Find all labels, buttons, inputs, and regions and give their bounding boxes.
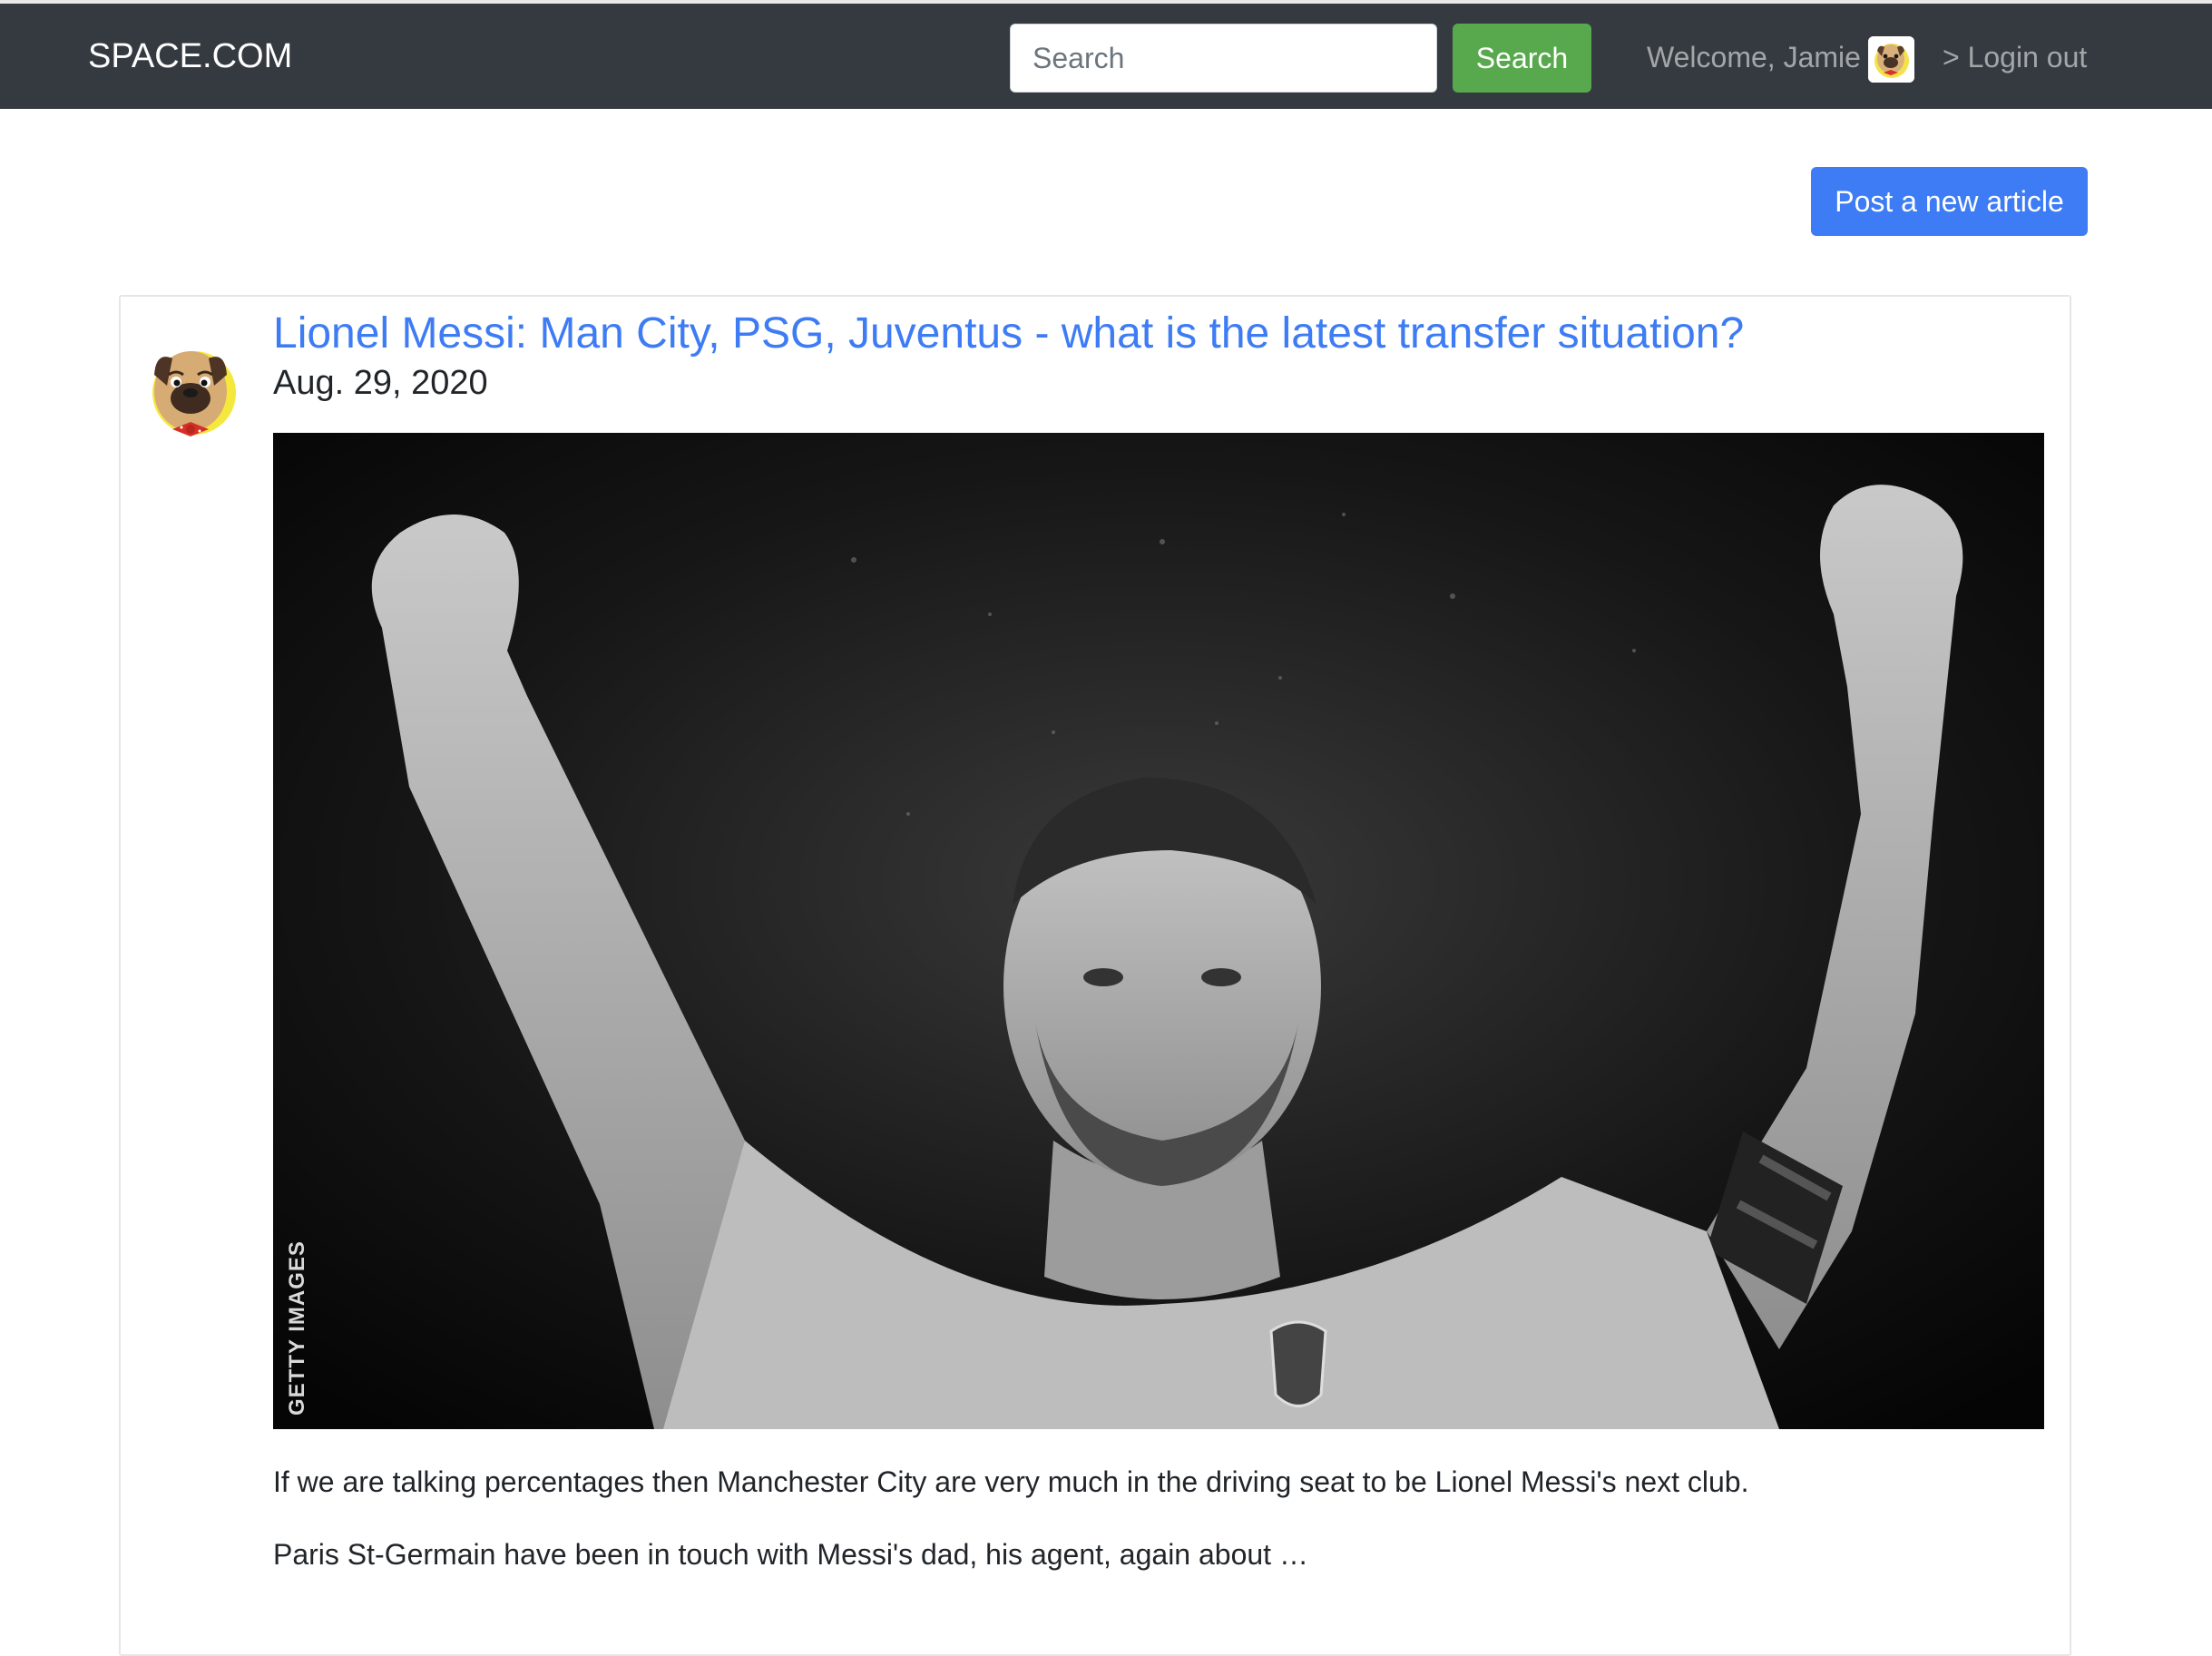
top-navbar: SPACE.COM Search Welcome, Jamie > Login …	[0, 0, 2212, 109]
author-avatar-icon[interactable]	[142, 338, 241, 442]
search-button[interactable]: Search	[1453, 24, 1591, 93]
welcome-text: Welcome, Jamie	[1647, 41, 1861, 73]
article-title-link[interactable]: Lionel Messi: Man City, PSG, Juventus - …	[273, 309, 1744, 359]
user-avatar-icon[interactable]	[1868, 36, 1914, 83]
brand-logo-link[interactable]: SPACE.COM	[88, 36, 292, 76]
search-input[interactable]	[1010, 24, 1437, 93]
article-paragraph: Paris St-Germain have been in touch with…	[273, 1538, 1308, 1571]
article-image[interactable]	[273, 433, 2044, 1429]
article-date: Aug. 29, 2020	[273, 364, 488, 402]
post-new-article-button[interactable]: Post a new article	[1811, 167, 2088, 236]
article-paragraph: If we are talking percentages then Manch…	[273, 1465, 1749, 1498]
image-credit: GETTY IMAGES	[285, 1240, 309, 1416]
logout-link[interactable]: > Login out	[1943, 40, 2087, 74]
